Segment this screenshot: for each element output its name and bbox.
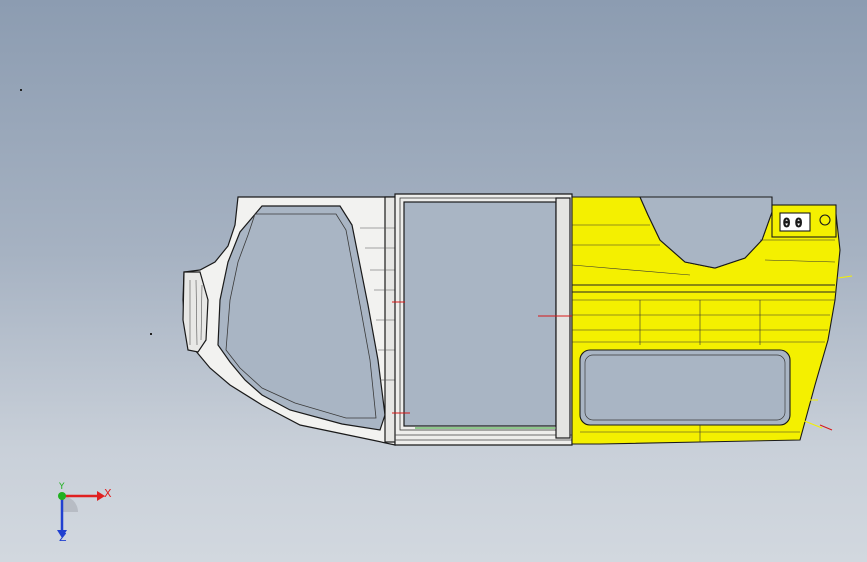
- rear-quarter-panel[interactable]: 0 0: [571, 196, 841, 445]
- coordinate-triad-icon: X Y Z: [45, 480, 120, 545]
- x-axis-label: X: [104, 487, 112, 500]
- z-axis-label: Z: [59, 531, 67, 544]
- rear-door-frame[interactable]: [394, 193, 573, 446]
- svg-text:0: 0: [795, 216, 802, 230]
- y-axis-dot: [58, 492, 66, 500]
- graphics-viewport[interactable]: 0 0 X Y Z: [0, 0, 867, 562]
- svg-text:0: 0: [783, 216, 790, 230]
- y-axis-label: Y: [59, 482, 65, 492]
- car-body-side-panel-model[interactable]: 0 0: [0, 0, 867, 562]
- front-door-frame[interactable]: [182, 196, 398, 446]
